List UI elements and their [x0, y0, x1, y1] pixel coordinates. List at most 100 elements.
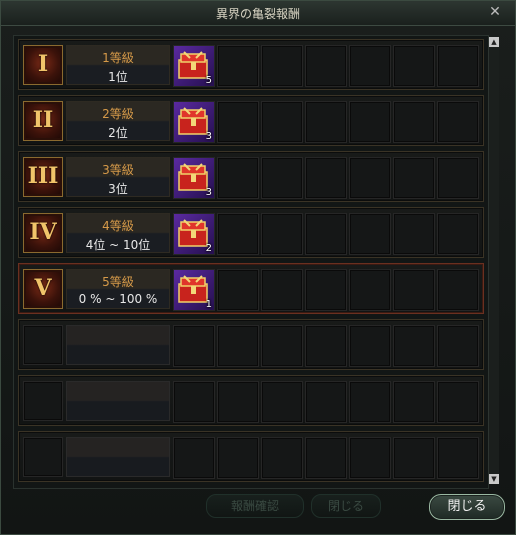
rank-numeral: II	[32, 107, 54, 133]
reward-row[interactable]: I 1等級 1位 5	[18, 39, 484, 90]
reward-count: 5	[205, 75, 212, 86]
empty-reward-slot	[173, 437, 215, 479]
close-button[interactable]: 閉じる	[429, 494, 505, 520]
empty-rank-icon	[23, 381, 63, 421]
empty-reward-slot	[437, 269, 479, 311]
rank-range: 3位	[108, 182, 128, 196]
rank-grade: 3等級	[102, 163, 134, 177]
reward-count: 3	[205, 131, 212, 142]
reward-slot[interactable]: 3	[173, 157, 215, 199]
empty-reward-slot	[349, 45, 391, 87]
reward-slot[interactable]: 1	[173, 269, 215, 311]
empty-rank-label	[66, 325, 170, 365]
empty-reward-slot	[217, 157, 259, 199]
empty-reward-slot	[217, 381, 259, 423]
rank-numeral: V	[34, 275, 52, 301]
empty-reward-slot	[437, 157, 479, 199]
empty-reward-slot	[437, 325, 479, 367]
empty-reward-slot	[261, 437, 303, 479]
empty-reward-slot	[305, 437, 347, 479]
empty-reward-slot	[305, 157, 347, 199]
reward-row[interactable]: IV 4等級 4位 ~ 10位 2	[18, 207, 484, 258]
empty-reward-slot	[217, 101, 259, 143]
rank-label: 1等級 1位	[66, 45, 170, 85]
reward-slot[interactable]: 2	[173, 213, 215, 255]
rank-numeral-icon: II	[23, 101, 63, 141]
empty-reward-slot	[305, 381, 347, 423]
empty-reward-slot	[305, 269, 347, 311]
empty-reward-slot	[261, 157, 303, 199]
reward-item[interactable]: 3	[174, 102, 214, 142]
empty-reward-slot	[437, 213, 479, 255]
rank-numeral-icon: IV	[23, 213, 63, 253]
empty-reward-slot	[305, 213, 347, 255]
empty-reward-slot	[173, 381, 215, 423]
reward-item[interactable]: 5	[174, 46, 214, 86]
rank-range: 0 % ~ 100 %	[78, 292, 158, 306]
empty-reward-row	[18, 375, 484, 426]
empty-reward-slot	[261, 325, 303, 367]
empty-reward-slot	[261, 45, 303, 87]
rank-numeral: IV	[29, 219, 57, 245]
empty-reward-slot	[393, 269, 435, 311]
rank-numeral: III	[27, 163, 59, 189]
rank-numeral-icon: V	[23, 269, 63, 309]
empty-reward-slot	[349, 437, 391, 479]
reward-slot[interactable]: 5	[173, 45, 215, 87]
rank-numeral: I	[37, 51, 49, 77]
rank-range: 1位	[108, 70, 128, 84]
empty-reward-slot	[349, 269, 391, 311]
empty-reward-slot	[393, 325, 435, 367]
reward-item[interactable]: 2	[174, 214, 214, 254]
empty-reward-slot	[217, 213, 259, 255]
empty-reward-slot	[261, 381, 303, 423]
empty-reward-slot	[437, 437, 479, 479]
empty-rank-label	[66, 437, 170, 477]
empty-reward-slot	[305, 101, 347, 143]
rank-numeral-icon: III	[23, 157, 63, 197]
empty-reward-slot	[437, 101, 479, 143]
empty-reward-slot	[393, 213, 435, 255]
title-bar: 異界の亀裂報酬 ✕	[1, 1, 515, 26]
reward-item[interactable]: 3	[174, 158, 214, 198]
empty-reward-row	[18, 431, 484, 482]
empty-reward-slot	[349, 381, 391, 423]
empty-reward-slot	[217, 45, 259, 87]
reward-row[interactable]: III 3等級 3位 3	[18, 151, 484, 202]
reward-count: 3	[205, 187, 212, 198]
rank-label: 3等級 3位	[66, 157, 170, 197]
scroll-up-icon[interactable]: ▲	[489, 37, 499, 47]
empty-reward-slot	[393, 45, 435, 87]
empty-reward-slot	[437, 381, 479, 423]
rank-range: 4位 ~ 10位	[85, 238, 151, 252]
scrollbar[interactable]: ▲ ▼	[488, 37, 499, 484]
rank-label: 4等級 4位 ~ 10位	[66, 213, 170, 253]
reward-count: 2	[205, 243, 212, 254]
check-reward-button: 報酬確認	[206, 494, 304, 518]
reward-list: I 1等級 1位 5 II 2等級 2位 3 III 3等級 3位 3 IV 4等級 4位 ~ 10位 2 V 5…	[13, 35, 489, 489]
reward-item[interactable]: 1	[174, 270, 214, 310]
reward-row[interactable]: II 2等級 2位 3	[18, 95, 484, 146]
empty-rank-icon	[23, 437, 63, 477]
reward-window: 異界の亀裂報酬 ✕ I 1等級 1位 5 II 2等級 2位 3 III 3等級 3位 3 IV 4等級 4…	[0, 0, 516, 535]
empty-reward-slot	[349, 325, 391, 367]
reward-row[interactable]: V 5等級 0 % ~ 100 % 1	[18, 263, 484, 314]
empty-reward-slot	[261, 101, 303, 143]
empty-reward-row	[18, 319, 484, 370]
empty-reward-slot	[173, 325, 215, 367]
empty-rank-label	[66, 381, 170, 421]
disabled-close-button: 閉じる	[311, 494, 381, 518]
empty-reward-slot	[217, 437, 259, 479]
reward-slot[interactable]: 3	[173, 101, 215, 143]
empty-reward-slot	[349, 157, 391, 199]
reward-count: 1	[205, 299, 212, 310]
empty-reward-slot	[393, 157, 435, 199]
rank-grade: 2等級	[102, 107, 134, 121]
empty-reward-slot	[305, 45, 347, 87]
empty-rank-icon	[23, 325, 63, 365]
rank-grade: 1等級	[102, 51, 134, 65]
scroll-down-icon[interactable]: ▼	[489, 474, 499, 484]
rank-range: 2位	[108, 126, 128, 140]
close-icon[interactable]: ✕	[487, 4, 503, 20]
rank-grade: 5等級	[102, 275, 134, 289]
